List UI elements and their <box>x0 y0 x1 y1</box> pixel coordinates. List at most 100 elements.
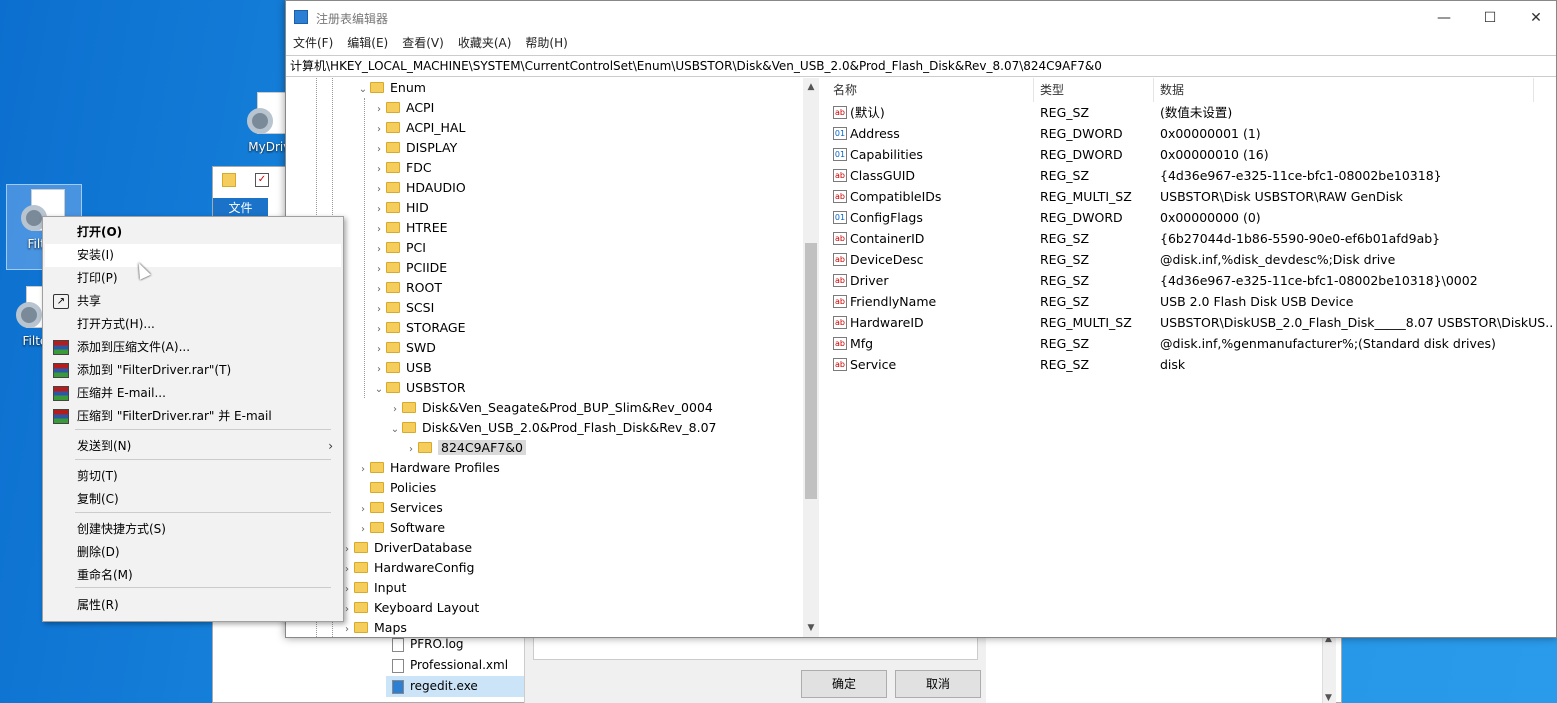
file-item-regedit[interactable]: regedit.exe <box>386 676 526 697</box>
chevron-right-icon[interactable]: › <box>372 360 386 380</box>
menu-item[interactable]: 发送到(N) › <box>45 435 341 458</box>
menu-view[interactable]: 查看(V) <box>395 33 451 53</box>
menu-item[interactable]: 压缩并 E-mail... <box>45 382 341 405</box>
tree-item[interactable]: › HDAUDIO <box>372 178 466 198</box>
chevron-right-icon[interactable]: › <box>372 100 386 120</box>
explorer-scrollbar[interactable]: ▲ ▼ <box>1322 634 1336 703</box>
menu-item[interactable]: 打开方式(H)... <box>45 313 341 336</box>
chevron-right-icon[interactable]: › <box>372 220 386 240</box>
menu-item[interactable]: 压缩到 "FilterDriver.rar" 并 E-mail <box>45 405 341 428</box>
tree-item[interactable]: › Input <box>340 578 406 598</box>
minimize-button[interactable]: — <box>1421 7 1467 29</box>
value-row[interactable]: ab FriendlyName REG_SZ USB 2.0 Flash Disk U… <box>827 291 1556 312</box>
tree-scrollbar[interactable]: ▲ ▼ <box>803 78 819 637</box>
ok-button[interactable]: 确定 <box>801 670 887 698</box>
value-row[interactable]: ab Driver REG_SZ {4d36e967-e325-11ce-bfc1-0… <box>827 270 1556 291</box>
chevron-right-icon[interactable]: › <box>372 120 386 140</box>
column-header-data[interactable]: 数据 <box>1154 78 1534 102</box>
tree-item[interactable]: › STORAGE <box>372 318 466 338</box>
column-header-type[interactable]: 类型 <box>1034 78 1154 102</box>
chevron-right-icon[interactable]: › <box>388 400 402 420</box>
value-row[interactable]: ab (默认) REG_SZ (数值未设置) <box>827 102 1556 123</box>
menu-item[interactable]: 创建快捷方式(S) <box>45 518 341 541</box>
scroll-down-icon[interactable]: ▼ <box>803 623 819 633</box>
tree-item[interactable]: › SWD <box>372 338 436 358</box>
tree-item[interactable]: › Keyboard Layout <box>340 598 479 618</box>
value-row[interactable]: ab Service REG_SZ disk <box>827 354 1556 375</box>
menu-item[interactable]: ↗ 共享 <box>45 290 341 313</box>
chevron-down-icon[interactable]: ⌄ <box>356 80 370 100</box>
menu-item[interactable]: 打印(P) <box>45 267 341 290</box>
menu-item[interactable]: 添加到压缩文件(A)... <box>45 336 341 359</box>
chevron-right-icon[interactable]: › <box>356 460 370 480</box>
menu-item[interactable]: 复制(C) <box>45 488 341 511</box>
chevron-right-icon[interactable]: › <box>372 140 386 160</box>
chevron-right-icon[interactable]: › <box>372 260 386 280</box>
tree-item[interactable]: › PCIIDE <box>372 258 447 278</box>
close-button[interactable]: ✕ <box>1513 7 1557 29</box>
menu-item[interactable]: 重命名(M) <box>45 564 341 587</box>
value-row[interactable]: ab ClassGUID REG_SZ {4d36e967-e325-11ce-bfc… <box>827 165 1556 186</box>
tree-item[interactable]: › ACPI <box>372 98 434 118</box>
value-row[interactable]: ab HardwareID REG_MULTI_SZ USBSTOR\DiskUSB_… <box>827 312 1556 333</box>
explorer-file-tab[interactable]: 文件 <box>213 198 268 218</box>
chevron-right-icon[interactable]: › <box>372 160 386 180</box>
menu-item[interactable]: 属性(R) <box>45 594 341 617</box>
maximize-button[interactable]: ☐ <box>1467 7 1513 29</box>
chevron-down-icon[interactable]: ⌄ <box>372 380 386 400</box>
chevron-right-icon[interactable]: › <box>372 200 386 220</box>
chevron-right-icon[interactable]: › <box>372 340 386 360</box>
tree-item[interactable]: Policies <box>356 478 436 498</box>
menu-item[interactable]: 安装(I) <box>45 244 341 267</box>
tree-item[interactable]: ⌄ Disk&Ven_USB_2.0&Prod_Flash_Disk&Rev_8.… <box>388 418 717 438</box>
tree-item[interactable]: › Maps <box>340 618 407 637</box>
file-item-professional[interactable]: Professional.xml <box>386 655 526 676</box>
chevron-right-icon[interactable]: › <box>356 520 370 540</box>
tree-item[interactable]: › PCI <box>372 238 426 258</box>
chevron-right-icon[interactable]: › <box>404 440 418 460</box>
value-row[interactable]: 01 Capabilities REG_DWORD 0x00000010 (16) <box>827 144 1556 165</box>
chevron-down-icon[interactable]: ⌄ <box>388 420 402 440</box>
tree-item[interactable]: › ROOT <box>372 278 442 298</box>
tree-item[interactable]: › Services <box>356 498 443 518</box>
menu-edit[interactable]: 编辑(E) <box>340 33 395 53</box>
scroll-up-icon[interactable]: ▲ <box>803 82 819 92</box>
chevron-right-icon[interactable]: › <box>372 240 386 260</box>
tree-item[interactable]: › Disk&Ven_Seagate&Prod_BUP_Slim&Rev_0004 <box>388 398 713 418</box>
menu-favorites[interactable]: 收藏夹(A) <box>451 33 519 53</box>
menu-file[interactable]: 文件(F) <box>286 33 340 53</box>
tree-item[interactable]: › HardwareConfig <box>340 558 474 578</box>
menu-item[interactable]: 添加到 "FilterDriver.rar"(T) <box>45 359 341 382</box>
menu-item[interactable]: 打开(O) <box>45 221 341 244</box>
value-row[interactable]: ab DeviceDesc REG_SZ @disk.inf,%disk_devdes… <box>827 249 1556 270</box>
menu-item[interactable]: 删除(D) <box>45 541 341 564</box>
tree-item[interactable]: › HID <box>372 198 429 218</box>
tree-item[interactable]: › Software <box>356 518 445 538</box>
tree-item[interactable]: › Hardware Profiles <box>356 458 500 478</box>
value-row[interactable]: ab Mfg REG_SZ @disk.inf,%genmanufacturer%;(… <box>827 333 1556 354</box>
tree-item[interactable]: › DISPLAY <box>372 138 457 158</box>
chevron-right-icon[interactable]: › <box>340 620 354 637</box>
chevron-right-icon[interactable]: › <box>372 180 386 200</box>
address-bar[interactable]: 计算机\HKEY_LOCAL_MACHINE\SYSTEM\CurrentCon… <box>286 55 1556 77</box>
column-header-name[interactable]: 名称 <box>827 78 1034 102</box>
chevron-right-icon[interactable]: › <box>372 300 386 320</box>
cancel-button[interactable]: 取消 <box>895 670 981 698</box>
tree-item[interactable]: › HTREE <box>372 218 448 238</box>
value-row[interactable]: 01 Address REG_DWORD 0x00000001 (1) <box>827 123 1556 144</box>
menu-help[interactable]: 帮助(H) <box>518 33 574 53</box>
tree-item[interactable]: › 824C9AF7&0 <box>404 438 526 458</box>
scroll-thumb[interactable] <box>805 243 817 499</box>
value-row[interactable]: ab CompatibleIDs REG_MULTI_SZ USBSTOR\Disk … <box>827 186 1556 207</box>
value-row[interactable]: ab ContainerID REG_SZ {6b27044d-1b86-5590-9… <box>827 228 1556 249</box>
tree-item[interactable]: › ACPI_HAL <box>372 118 465 138</box>
tree-item[interactable]: › FDC <box>372 158 432 178</box>
tree-item[interactable]: › SCSI <box>372 298 434 318</box>
value-row[interactable]: 01 ConfigFlags REG_DWORD 0x00000000 (0) <box>827 207 1556 228</box>
chevron-right-icon[interactable]: › <box>356 500 370 520</box>
chevron-right-icon[interactable]: › <box>372 320 386 340</box>
tree-item[interactable]: › DriverDatabase <box>340 538 472 558</box>
tree-item[interactable]: ⌄ USBSTOR <box>372 378 466 398</box>
tree-item[interactable]: › USB <box>372 358 432 378</box>
menu-item[interactable]: 剪切(T) <box>45 465 341 488</box>
